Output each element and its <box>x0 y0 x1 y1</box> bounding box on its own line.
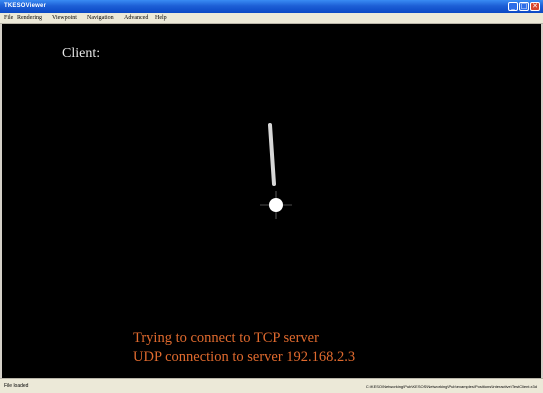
menu-rendering[interactable]: Rendering <box>17 14 42 22</box>
status-bar: File loaded C:\KESO\Networking\Pub\KESOS… <box>0 378 543 393</box>
status-message: File loaded <box>4 383 29 389</box>
maximize-button[interactable]: □ <box>519 2 529 11</box>
menu-help[interactable]: Help <box>155 14 167 22</box>
scene-graphics <box>260 123 292 219</box>
3d-viewport[interactable]: Client: Trying to connect to TCP server … <box>2 24 541 378</box>
menu-navigation[interactable]: Navigation <box>87 14 114 22</box>
title-bar: TKESOViewer _ □ ✕ <box>0 0 543 13</box>
pivot-ball <box>269 198 283 212</box>
file-path: C:\KESO\Networking\Pub\KESOS\Networking\… <box>365 384 537 389</box>
close-button[interactable]: ✕ <box>530 2 540 11</box>
minimize-button[interactable]: _ <box>508 2 518 11</box>
udp-status-text: UDP connection to server 192.168.2.3 <box>133 349 356 365</box>
menu-advanced[interactable]: Advanced <box>124 14 148 22</box>
menu-bar: File Rendering Viewpoint Navigation Adva… <box>0 13 543 24</box>
pendulum-rod <box>268 123 276 186</box>
menu-file[interactable]: File <box>4 14 13 22</box>
tcp-status-text: Trying to connect to TCP server <box>133 330 319 346</box>
window-title: TKESOViewer <box>4 3 47 9</box>
menu-viewpoint[interactable]: Viewpoint <box>52 14 77 22</box>
